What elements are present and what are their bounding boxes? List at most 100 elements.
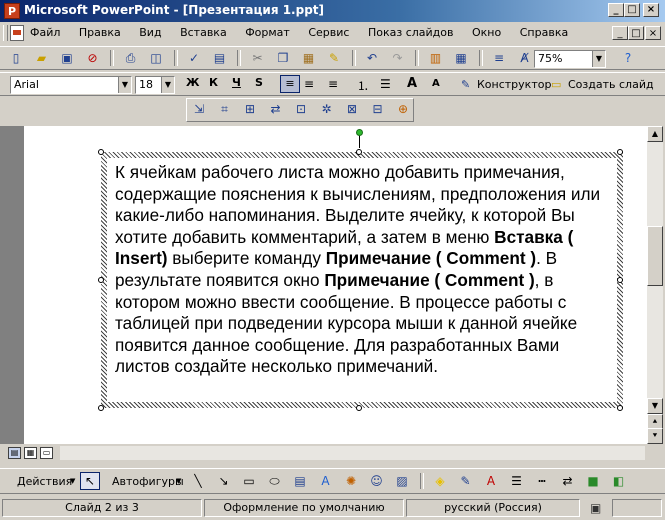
menu-window[interactable]: Окно — [472, 26, 501, 39]
horizontal-scroll-track[interactable] — [60, 446, 645, 460]
spelling-icon[interactable]: ✓ — [186, 50, 202, 66]
copy-icon[interactable]: ❐ — [275, 50, 291, 66]
shadow-style-icon[interactable]: ■ — [585, 473, 601, 489]
resize-handle-s[interactable] — [356, 405, 362, 411]
zoom-select[interactable]: 75% ▼ — [534, 50, 606, 68]
new-slide-button[interactable]: Создать слайд — [568, 78, 654, 91]
italic-button[interactable]: К — [209, 76, 218, 89]
line-icon[interactable]: ╲ — [190, 473, 206, 489]
textbox-icon[interactable]: ▤ — [292, 473, 308, 489]
doc-minimize-button[interactable]: _ — [612, 26, 628, 40]
redo-icon[interactable]: ↷ — [390, 50, 406, 66]
spelling-status-icon[interactable]: ▣ — [590, 501, 601, 515]
arrow-icon[interactable]: ↘ — [216, 473, 232, 489]
layout-icon[interactable]: ⇲ — [191, 101, 207, 117]
format-painter-icon[interactable]: ✎ — [326, 50, 342, 66]
shadow-button[interactable]: S — [255, 76, 263, 89]
bullets-icon[interactable]: ☰ — [380, 77, 391, 91]
diagram-icon[interactable]: ✺ — [343, 473, 359, 489]
line-color-icon[interactable]: ✎ — [458, 473, 474, 489]
slide-sorter-view-icon[interactable]: ▦ — [24, 447, 37, 459]
line-style-icon[interactable]: ☰ — [509, 473, 525, 489]
3d-style-icon[interactable]: ◧ — [611, 473, 627, 489]
permission-icon[interactable]: ⊘ — [85, 50, 101, 66]
underline-button[interactable]: Ч — [232, 76, 241, 89]
powerpoint-app-icon[interactable]: P — [4, 3, 20, 19]
actions-menu[interactable]: Действия — [17, 475, 72, 488]
scroll-down-icon[interactable]: ▼ — [647, 398, 663, 414]
toolbar-grip[interactable] — [3, 25, 8, 41]
slide-show-view-icon[interactable]: ▭ — [40, 447, 53, 459]
chevron-down-icon[interactable]: ▼ — [161, 77, 174, 93]
scroll-up-icon[interactable]: ▲ — [647, 126, 663, 142]
arrow-style-icon[interactable]: ⇄ — [560, 473, 576, 489]
menu-edit[interactable]: Правка — [79, 26, 121, 39]
picture-icon[interactable]: ▨ — [394, 473, 410, 489]
menu-help[interactable]: Справка — [520, 26, 568, 39]
minimize-button[interactable]: _ — [608, 3, 624, 17]
resize-handle-e[interactable] — [617, 277, 623, 283]
normal-view-icon[interactable]: ▤ — [8, 447, 21, 459]
font-color-icon[interactable]: A — [483, 473, 499, 489]
align-center-icon[interactable]: ≡ — [304, 77, 314, 91]
help-icon[interactable]: ? — [620, 50, 636, 66]
fill-color-icon[interactable]: ◈ — [432, 473, 448, 489]
text-placeholder[interactable]: К ячейкам рабочего листа можно добавить … — [101, 152, 623, 408]
doc-restore-button[interactable]: □ — [628, 26, 644, 40]
dash-style-icon[interactable]: ┅ — [534, 473, 550, 489]
menu-insert[interactable]: Вставка — [180, 26, 227, 39]
align-right-icon[interactable]: ≡ — [328, 77, 338, 91]
connector-icon[interactable]: ⊞ — [242, 101, 258, 117]
font-size-select[interactable]: 18 ▼ — [135, 76, 175, 94]
menu-file[interactable]: Файл — [30, 26, 60, 39]
menu-slide-show[interactable]: Показ слайдов — [368, 26, 454, 39]
close-button[interactable]: × — [643, 3, 659, 17]
move-shape-icon[interactable]: ⊠ — [344, 101, 360, 117]
doc-close-button[interactable]: × — [645, 26, 661, 40]
rotation-handle[interactable] — [356, 129, 363, 136]
expand-all-icon[interactable]: ≡ — [491, 50, 507, 66]
insert-chart-icon[interactable]: ▥ — [428, 50, 444, 66]
design-template-indicator[interactable]: Оформление по умолчанию — [204, 499, 404, 517]
paste-icon[interactable]: ▦ — [301, 50, 317, 66]
save-icon[interactable]: ▣ — [59, 50, 75, 66]
align-left-button[interactable]: ≡ — [280, 75, 300, 93]
undo-icon[interactable]: ↶ — [364, 50, 380, 66]
slide-body-text[interactable]: К ячейкам рабочего листа можно добавить … — [115, 162, 615, 378]
slide-canvas[interactable]: К ячейкам рабочего листа можно добавить … — [24, 126, 647, 444]
insert-table-icon[interactable]: ▦ — [453, 50, 469, 66]
resize-handle-n[interactable] — [356, 149, 362, 155]
font-select[interactable]: Arial ▼ — [10, 76, 132, 94]
resize-handle-nw[interactable] — [98, 149, 104, 155]
resize-handle-sw[interactable] — [98, 405, 104, 411]
chevron-down-icon[interactable]: ▼ — [118, 77, 131, 93]
maximize-button[interactable]: □ — [624, 3, 640, 17]
wordart-icon[interactable]: A — [318, 473, 334, 489]
select-objects-icon[interactable]: ↖ — [80, 472, 100, 490]
fit-icon[interactable]: ⊟ — [370, 101, 386, 117]
new-icon[interactable]: ▯ — [8, 50, 24, 66]
grow-font-button[interactable]: A — [407, 76, 417, 91]
vertical-scrollbar[interactable]: ▲ ▼ ⯅ ⯆ — [647, 126, 663, 444]
menu-tools[interactable]: Сервис — [308, 26, 349, 39]
rectangle-icon[interactable]: ▭ — [241, 473, 257, 489]
show-formatting-icon[interactable]: Ⱥ — [517, 50, 533, 66]
clipart-icon[interactable]: ☺ — [369, 473, 385, 489]
resize-handle-ne[interactable] — [617, 149, 623, 155]
research-icon[interactable]: ▤ — [212, 50, 228, 66]
language-indicator[interactable]: русский (Россия) — [406, 499, 580, 517]
print-icon[interactable]: ⎙ — [123, 50, 139, 66]
print-preview-icon[interactable]: ◫ — [148, 50, 164, 66]
autoshapes-menu[interactable]: Автофигуры — [112, 475, 184, 488]
diagram-style-icon[interactable]: ⊕ — [395, 101, 411, 117]
select-level-icon[interactable]: ⌗ — [217, 101, 233, 117]
autoformat-icon[interactable]: ⊡ — [293, 101, 309, 117]
oval-icon[interactable]: ⬭ — [267, 473, 283, 489]
menu-format[interactable]: Формат — [245, 26, 290, 39]
shrink-font-button[interactable]: A — [432, 78, 440, 89]
insert-shape-icon[interactable]: ✲ — [319, 101, 335, 117]
reverse-icon[interactable]: ⇄ — [268, 101, 284, 117]
designer-button[interactable]: Конструктор — [477, 78, 551, 91]
chevron-down-icon[interactable]: ▼ — [592, 51, 605, 67]
next-slide-icon[interactable]: ⯆ — [647, 428, 663, 444]
